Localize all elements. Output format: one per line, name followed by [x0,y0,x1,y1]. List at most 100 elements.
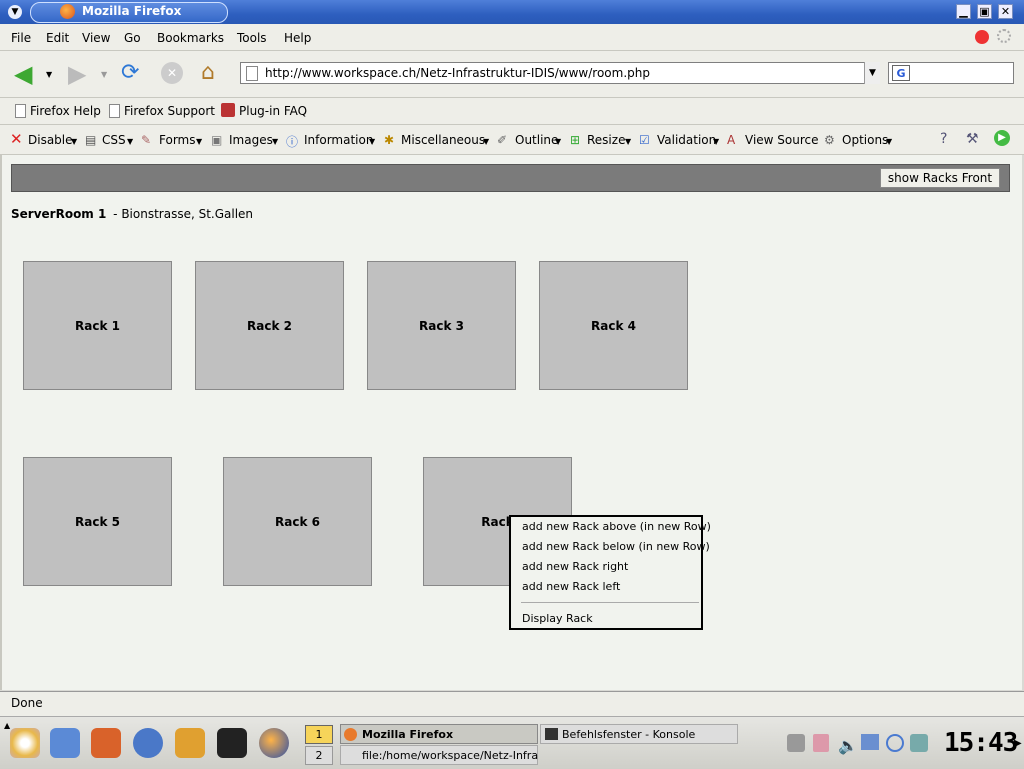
page-icon [246,66,258,81]
desktop-1-button[interactable]: 1 [305,725,333,744]
menu-add-rack-above[interactable]: add new Rack above (in new Row) [522,520,711,533]
tray-area: 🔈 [783,728,933,758]
go-icon[interactable]: ▶ [994,130,1010,146]
rack-4[interactable]: Rack 4 [539,261,688,390]
information-icon: ⓘ [286,135,299,149]
web-developer-toolbar: ✕ Disable ▼ ▤ CSS ▼ ✎ Forms ▼ ▣ Images ▼ ⓘ I… [0,125,1024,155]
view-source-icon: A [727,133,736,147]
menu-file[interactable]: File [11,31,31,45]
header-bar [11,164,1010,192]
devtool-outline[interactable]: Outline [515,133,558,147]
home-icon[interactable]: ⌂ [201,61,215,85]
clock: 15:43 [944,728,1018,758]
task-konsole-label: Befehlsfenster - Konsole [562,728,696,741]
firefox-launcher-icon[interactable] [259,728,289,758]
tools-icon[interactable]: ⚒ [966,131,979,147]
window-title: Mozilla Firefox [82,4,182,18]
tray-volume-icon[interactable]: 🔈 [838,736,858,755]
rack-6[interactable]: Rack 6 [223,457,372,586]
devtool-view-source[interactable]: View Source [745,133,819,147]
rack-1[interactable]: Rack 1 [23,261,172,390]
miscellaneous-icon: ✱ [384,133,395,147]
status-text: Done [11,696,43,710]
room-location: - Bionstrasse, St.Gallen [113,207,254,221]
menu-bookmarks[interactable]: Bookmarks [157,31,224,45]
menu-view[interactable]: View [82,31,110,45]
disable-x-icon: ✕ [10,130,23,148]
devtool-options[interactable]: Options [842,133,888,147]
devtool-validation[interactable]: Validation [657,133,716,147]
kde-menu-icon[interactable]: ▲ [4,721,10,730]
devtool-information[interactable]: Information [304,133,373,147]
back-dropdown-icon[interactable]: ▼ [46,70,52,79]
options-gear-icon: ⚙ [824,133,835,147]
help-icon[interactable]: ? [940,131,947,147]
forward-dropdown-icon[interactable]: ▼ [101,70,107,79]
konqueror-icon[interactable] [133,728,163,758]
taskbar-scroll-right-icon[interactable]: ▶ [1014,738,1022,749]
konsole-task-icon [545,728,558,740]
bookmark-firefox-support[interactable]: Firefox Support [124,104,215,118]
tray-klipper-icon[interactable] [813,734,829,752]
plugin-icon [221,103,235,117]
close-icon[interactable]: ✕ [998,4,1013,19]
images-icon: ▣ [211,133,223,147]
menu-add-rack-below[interactable]: add new Rack below (in new Row) [522,540,710,553]
desktop-2-button[interactable]: 2 [305,746,333,765]
menu-display-rack[interactable]: Display Rack [522,612,593,625]
minimize-icon[interactable]: ▁ [956,4,971,19]
rack-3[interactable]: Rack 3 [367,261,516,390]
back-icon[interactable]: ◀ [14,62,32,86]
task-file-label: file:/home/workspace/Netz-Infrastrukt [362,749,538,762]
rack-context-menu: add new Rack above (in new Row) add new … [509,515,711,630]
room-heading: ServerRoom 1 - Bionstrasse, St.Gallen [11,207,253,221]
resize-icon: ⊞ [570,133,581,147]
task-firefox-label: Mozilla Firefox [362,728,454,741]
menu-add-rack-right[interactable]: add new Rack right [522,560,628,573]
status-bar [0,691,1024,716]
devtool-miscellaneous[interactable]: Miscellaneous [401,133,485,147]
css-icon: ▤ [85,133,97,147]
bookmark-plugin-faq[interactable]: Plug-in FAQ [239,104,307,118]
menu-go[interactable]: Go [124,31,141,45]
bookmark-page-icon [109,104,120,118]
desktop-icon[interactable] [50,728,80,758]
kmenu-gear-icon[interactable] [10,728,40,758]
show-racks-front-button[interactable]: show Racks Front [880,168,1000,188]
firefox-task-icon [344,728,357,741]
firefox-icon [60,4,75,19]
maximize-icon[interactable]: ▣ [977,4,992,19]
menu-add-rack-left[interactable]: add new Rack left [522,580,620,593]
tray-power-icon[interactable] [886,734,904,752]
devtool-forms[interactable]: Forms [159,133,195,147]
throbber-icon [997,29,1011,43]
menu-tools[interactable]: Tools [237,31,267,45]
url-text[interactable]: http://www.workspace.ch/Netz-Infrastrukt… [265,66,650,80]
menu-edit[interactable]: Edit [46,31,69,45]
outline-icon: ✐ [497,133,508,147]
home-folder-icon[interactable] [91,728,121,758]
url-history-dropdown-icon[interactable]: ▼ [864,62,880,84]
window-menu-icon[interactable]: ▼ [8,5,22,19]
devtool-css[interactable]: CSS [102,133,126,147]
devtool-resize[interactable]: Resize [587,133,625,147]
forms-icon: ✎ [141,133,152,147]
google-icon[interactable]: G [892,65,910,81]
bookmark-firefox-help[interactable]: Firefox Help [30,104,101,118]
forward-icon[interactable]: ▶ [68,62,86,86]
bookmark-page-icon [15,104,26,118]
tray-wifi-icon[interactable] [910,734,928,752]
terminal-icon[interactable] [217,728,247,758]
rack-5[interactable]: Rack 5 [23,457,172,586]
stop-icon[interactable]: ✕ [161,62,183,84]
devtool-disable[interactable]: Disable [28,133,73,147]
stop-loading-red-icon[interactable] [975,30,989,44]
kmail-icon[interactable] [175,728,205,758]
menu-help[interactable]: Help [284,31,311,45]
tray-display-icon[interactable] [861,734,879,750]
reload-icon[interactable]: ⟳ [121,61,139,85]
rack-2[interactable]: Rack 2 [195,261,344,390]
tray-network-icon[interactable] [787,734,805,752]
devtool-images[interactable]: Images [229,133,273,147]
menu-separator [521,602,699,603]
